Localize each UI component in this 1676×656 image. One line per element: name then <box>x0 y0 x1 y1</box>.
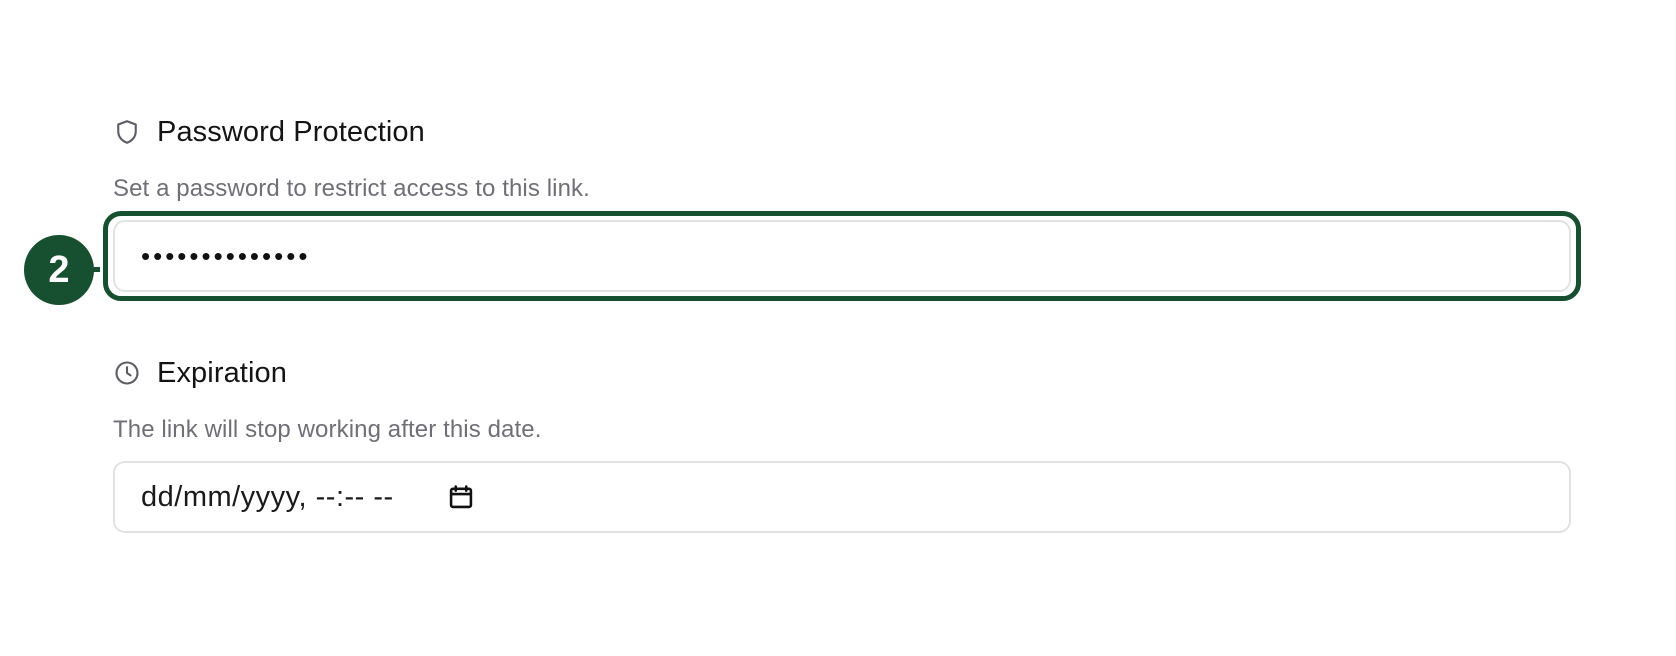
step-number: 2 <box>48 248 70 291</box>
clock-icon <box>113 359 141 387</box>
password-section-header: Password Protection <box>113 114 1571 150</box>
password-input[interactable]: •••••••••••••• <box>113 220 1571 292</box>
expiration-section-title: Expiration <box>157 356 287 389</box>
step-number-badge: 2 <box>24 235 94 305</box>
expiration-section-description: The link will stop working after this da… <box>113 416 542 443</box>
password-input-wrapper: •••••••••••••• <box>103 211 1581 301</box>
link-settings-panel: 2 Password Protection Set a password to … <box>0 0 1676 656</box>
expiration-section: Expiration The link will stop working af… <box>113 355 1571 533</box>
expiration-section-header: Expiration <box>113 355 1571 391</box>
password-section-title: Password Protection <box>157 115 425 148</box>
password-masked-value: •••••••••••••• <box>141 241 311 271</box>
expiration-datetime-value: dd/mm/yyyy, --:-- -- <box>141 480 394 513</box>
password-section-description: Set a password to restrict access to thi… <box>113 175 590 202</box>
badge-connector <box>92 267 100 272</box>
calendar-icon[interactable] <box>446 482 476 512</box>
password-protection-section: Password Protection Set a password to re… <box>103 114 1581 301</box>
expiration-input-wrapper: dd/mm/yyyy, --:-- -- <box>113 461 1571 533</box>
expiration-datetime-input[interactable]: dd/mm/yyyy, --:-- -- <box>113 461 1571 533</box>
shield-icon <box>113 118 141 146</box>
